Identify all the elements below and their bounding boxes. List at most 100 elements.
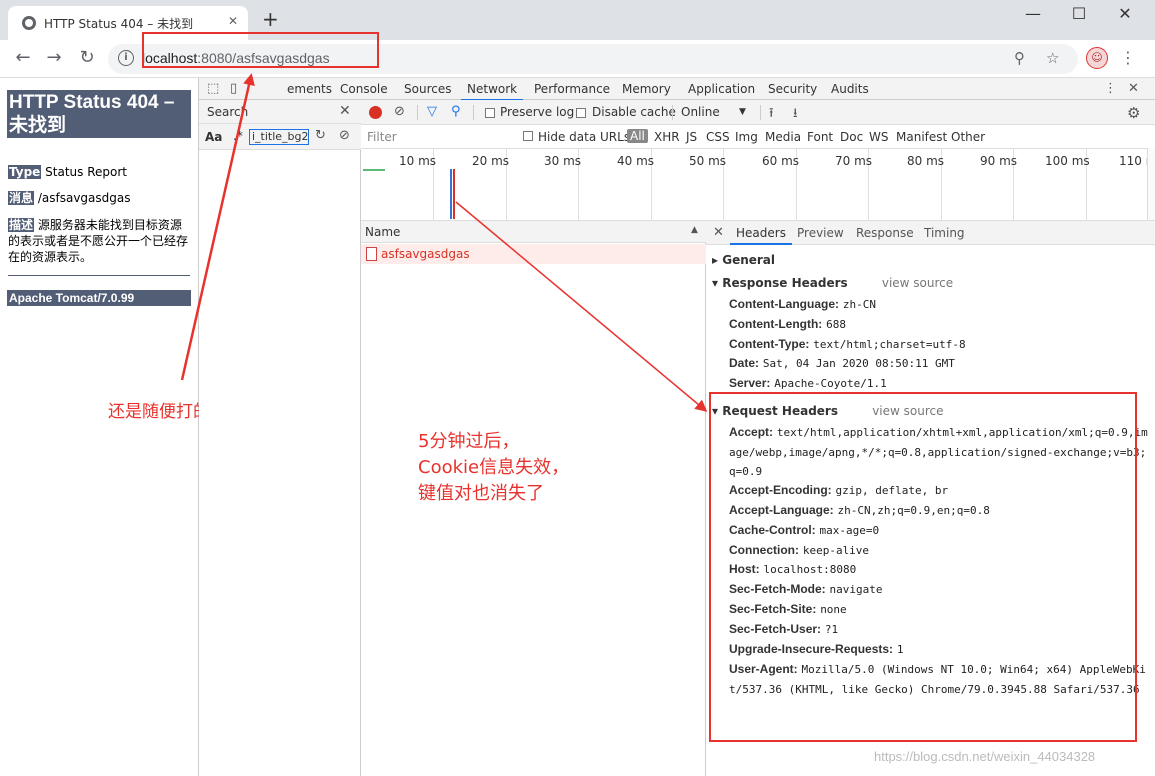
record-icon[interactable] [369, 106, 382, 119]
name-column-header[interactable]: Name [365, 225, 400, 239]
tab-performance[interactable]: Performance [534, 82, 610, 96]
tab-sources[interactable]: Sources [404, 82, 451, 96]
page-content: HTTP Status 404 – 未找到 Type Status Report… [0, 78, 199, 776]
request-row[interactable]: asfsavgasdgas [361, 244, 706, 264]
filter-all[interactable]: All [627, 129, 648, 143]
details-tabbar: ✕ Headers Preview Response Timing [706, 221, 1155, 245]
message-label: 消息 [8, 191, 35, 205]
preserve-log-checkbox[interactable] [485, 108, 495, 118]
hide-data-urls-checkbox[interactable] [523, 131, 533, 141]
search-input[interactable]: i_title_bg2. [249, 129, 309, 145]
close-search-icon[interactable]: ✕ [339, 103, 351, 119]
request-headers-highlight-box [709, 392, 1137, 742]
general-section[interactable]: ▸ General [712, 253, 775, 267]
tab-timing[interactable]: Timing [924, 226, 965, 240]
filter-other[interactable]: Other [951, 130, 985, 144]
inspect-element-icon[interactable]: ⬚ [207, 81, 219, 96]
header-row: Date: Sat, 04 Jan 2020 08:50:11 GMT [729, 356, 955, 370]
tab-preview[interactable]: Preview [797, 226, 844, 240]
tab-headers[interactable]: Headers [730, 226, 792, 245]
network-toolbar: ⊘ ▽ ⚲ Preserve log Disable cache Online … [361, 100, 1155, 125]
caret-down-icon: ▾ [712, 276, 719, 290]
refresh-icon[interactable]: ↻ [315, 128, 326, 143]
clear-log-icon[interactable]: ⊘ [394, 104, 405, 119]
devtools-tabbar: ⬚ ▯ ements Console Sources Network Perfo… [199, 78, 1155, 101]
filter-css[interactable]: CSS [706, 130, 730, 144]
bookmark-star-icon[interactable]: ☆ [1046, 49, 1059, 67]
load-marker [453, 169, 455, 219]
close-details-icon[interactable]: ✕ [713, 225, 724, 240]
zoom-icon[interactable]: ⚲ [1014, 49, 1025, 67]
devtools-menu-icon[interactable]: ⋮ [1104, 81, 1117, 96]
tab-application[interactable]: Application [688, 82, 755, 96]
profile-avatar[interactable]: ☺ [1086, 47, 1108, 69]
info-icon[interactable]: i [118, 50, 134, 66]
preserve-log-label: Preserve log [500, 105, 575, 119]
back-arrow-icon[interactable]: ← [11, 47, 35, 68]
disable-cache-checkbox[interactable] [576, 108, 586, 118]
settings-gear-icon[interactable]: ⚙ [1127, 104, 1140, 122]
header-row: Content-Language: zh-CN [729, 297, 876, 311]
watermark: https://blog.csdn.net/weixin_44034328 [874, 749, 1096, 764]
filter-xhr[interactable]: XHR [654, 130, 680, 144]
dom-content-loaded-marker [450, 169, 452, 219]
throttling-select[interactable]: Online [681, 105, 720, 119]
type-row: Type Status Report [8, 164, 193, 180]
export-har-icon[interactable]: ⭳ [793, 104, 798, 126]
regex-button[interactable]: .* [233, 129, 243, 143]
menu-dots-icon[interactable]: ⋮ [1120, 48, 1136, 67]
filter-ws[interactable]: WS [869, 130, 888, 144]
filter-manifest[interactable]: Manifest [896, 130, 947, 144]
filter-funnel-icon[interactable]: ▽ [427, 104, 437, 119]
divider [8, 275, 190, 276]
devtools-close-icon[interactable]: ✕ [1128, 81, 1139, 96]
tab-memory[interactable]: Memory [622, 82, 671, 96]
sort-up-icon[interactable]: ▲ [691, 225, 698, 235]
match-case-button[interactable]: Aa [205, 130, 222, 144]
timeline-label: 40 ms [617, 154, 655, 168]
forward-arrow-icon[interactable]: → [42, 47, 66, 68]
device-toolbar-icon[interactable]: ▯ [230, 81, 237, 96]
close-tab-icon[interactable]: ✕ [228, 14, 238, 28]
globe-icon [22, 16, 36, 30]
filter-js[interactable]: JS [686, 130, 697, 144]
filter-bar: Filter Hide data URLs All XHR JS CSS Img… [361, 125, 1155, 149]
timeline-label: 80 ms [907, 154, 945, 168]
import-har-icon[interactable]: ⭱ [769, 104, 774, 126]
tab-audits[interactable]: Audits [831, 82, 869, 96]
filter-font[interactable]: Font [807, 130, 833, 144]
request-bar [363, 169, 385, 171]
caret-right-icon: ▸ [712, 253, 719, 267]
filter-media[interactable]: Media [765, 130, 801, 144]
view-source-link[interactable]: view source [882, 276, 953, 290]
search-panel: Search ✕ Aa .* i_title_bg2. ↻ ⊘ [199, 100, 361, 776]
maximize-button[interactable]: ☐ [1059, 4, 1099, 23]
description-value: 源服务器未能找到目标资源的表示或者是不愿公开一个已经存在的资源表示。 [8, 218, 189, 264]
url-highlight-box [142, 32, 379, 68]
reload-icon[interactable]: ↻ [75, 47, 99, 68]
tab-network[interactable]: Network [460, 82, 524, 101]
search-icon[interactable]: ⚲ [451, 104, 461, 119]
chevron-down-icon[interactable]: ▼ [739, 107, 746, 117]
clear-icon[interactable]: ⊘ [339, 128, 350, 143]
scrollbar[interactable] [1147, 148, 1155, 220]
minimize-button[interactable]: — [1013, 4, 1053, 23]
tab-response[interactable]: Response [856, 226, 914, 240]
response-headers-section[interactable]: ▾ Response Headers view source [712, 276, 953, 290]
close-window-button[interactable]: ✕ [1105, 4, 1145, 23]
tab-security[interactable]: Security [768, 82, 817, 96]
filter-img[interactable]: Img [735, 130, 758, 144]
description-row: 描述 源服务器未能找到目标资源的表示或者是不愿公开一个已经存在的资源表示。 [8, 217, 193, 265]
filter-doc[interactable]: Doc [840, 130, 863, 144]
new-tab-button[interactable]: + [262, 9, 279, 29]
hide-data-urls-label: Hide data URLs [538, 130, 631, 144]
timeline-label: 30 ms [544, 154, 582, 168]
filter-input[interactable]: Filter [363, 128, 511, 146]
tab-title: HTTP Status 404 – 未找到 [44, 17, 194, 31]
page-heading: HTTP Status 404 – 未找到 [7, 90, 191, 138]
network-overview-timeline[interactable]: 10 ms 20 ms 30 ms 40 ms 50 ms 60 ms 70 m… [361, 149, 1155, 221]
tab-console[interactable]: Console [340, 82, 388, 96]
request-name[interactable]: asfsavgasdgas [381, 247, 470, 261]
tab-elements[interactable]: ements [287, 82, 332, 96]
timeline-label: 50 ms [689, 154, 727, 168]
